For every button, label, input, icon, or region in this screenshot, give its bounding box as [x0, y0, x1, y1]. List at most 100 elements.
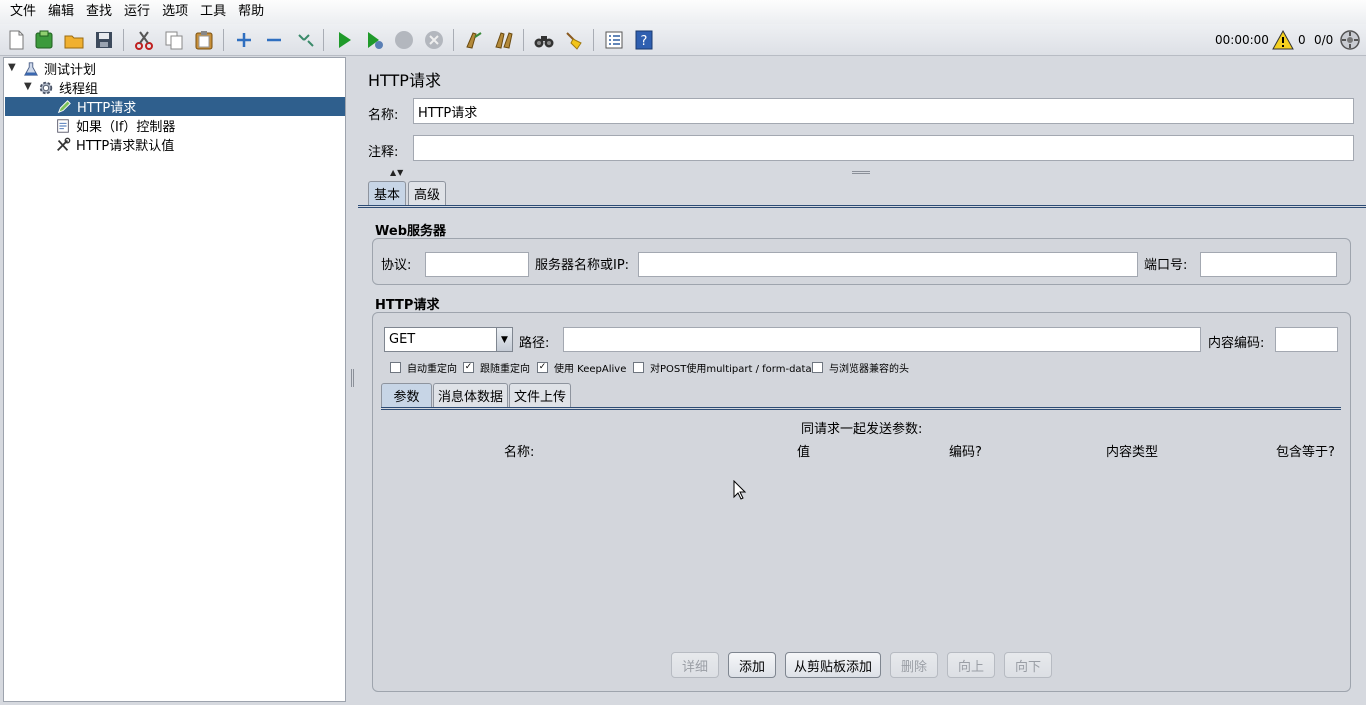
checkbox-label: 跟随重定向 [480, 364, 530, 375]
expand-icon[interactable] [231, 27, 257, 53]
collapse-icon[interactable] [261, 27, 287, 53]
menu-options[interactable]: 选项 [156, 0, 194, 24]
reset-search-icon[interactable] [561, 27, 587, 53]
start-no-pause-icon[interactable] [361, 27, 387, 53]
port-label: 端口号: [1144, 258, 1188, 273]
server-field[interactable] [638, 252, 1138, 277]
horizontal-split-handle[interactable] [852, 171, 870, 174]
paste-icon[interactable] [191, 27, 217, 53]
detail-button[interactable]: 详细 [671, 652, 719, 678]
http-request-group: GET ▼ 路径: 内容编码: 自动重定向 ✓ 跟随重定向 ✓ 使用 KeepA… [372, 312, 1351, 692]
collapse-triangle-icon[interactable]: ▼ [8, 62, 16, 73]
warning-icon[interactable] [1270, 27, 1296, 53]
tree-item-label: 如果（If）控制器 [76, 120, 176, 135]
path-label: 路径: [519, 336, 550, 351]
checkbox-box[interactable] [633, 362, 644, 373]
protocol-label: 协议: [381, 258, 412, 273]
subtab-divider [381, 407, 1341, 410]
tree-item-http-defaults[interactable]: HTTP请求默认值 [54, 135, 254, 154]
column-value[interactable]: 值 [797, 441, 810, 460]
multipart-checkbox[interactable]: 对POST使用multipart / form-data [633, 360, 812, 375]
menu-run[interactable]: 运行 [118, 0, 156, 24]
menu-file[interactable]: 文件 [4, 0, 42, 24]
stop-icon[interactable] [391, 27, 417, 53]
tree-item-thread-group[interactable]: 线程组 [37, 78, 237, 97]
shutdown-icon[interactable] [421, 27, 447, 53]
comment-field[interactable] [413, 135, 1354, 161]
tree-item-test-plan[interactable]: 测试计划 [22, 59, 222, 78]
gear-icon [37, 79, 55, 97]
method-value: GET [389, 332, 416, 347]
move-up-button[interactable]: 向上 [947, 652, 995, 678]
tab-advanced[interactable]: 高级 [408, 181, 446, 205]
add-button[interactable]: 添加 [728, 652, 776, 678]
clear-icon[interactable] [461, 27, 487, 53]
comment-label: 注释: [368, 145, 399, 160]
checkbox-box[interactable]: ✓ [537, 362, 548, 373]
port-field[interactable] [1200, 252, 1337, 277]
start-icon[interactable] [331, 27, 357, 53]
tab-file-upload[interactable]: 文件上传 [509, 383, 571, 407]
search-icon[interactable] [531, 27, 557, 53]
params-caption: 同请求一起发送参数: [801, 422, 923, 437]
warning-count: 0 [1298, 33, 1306, 47]
menu-search[interactable]: 查找 [80, 0, 118, 24]
toolbar: ? 00:00:00 0 0/0 [0, 24, 1366, 56]
clear-all-icon[interactable] [491, 27, 517, 53]
new-icon[interactable] [3, 27, 29, 53]
tab-body-data[interactable]: 消息体数据 [433, 383, 508, 407]
tab-basic[interactable]: 基本 [368, 181, 406, 205]
auto-redirect-checkbox[interactable]: 自动重定向 [390, 360, 457, 375]
menu-tools[interactable]: 工具 [194, 0, 232, 24]
status-indicator-icon [1337, 27, 1363, 53]
cut-icon[interactable] [131, 27, 157, 53]
open-icon[interactable] [61, 27, 87, 53]
tree-item-if-controller[interactable]: 如果（If）控制器 [54, 116, 254, 135]
encoding-label: 内容编码: [1208, 336, 1265, 351]
browser-headers-checkbox[interactable]: 与浏览器兼容的头 [812, 360, 909, 375]
tree-item-http-request[interactable]: HTTP请求 [5, 97, 345, 116]
column-include-equals[interactable]: 包含等于? [1276, 441, 1335, 460]
column-name[interactable]: 名称: [504, 441, 534, 460]
tab-divider [358, 205, 1366, 208]
web-server-group: 协议: 服务器名称或IP: 端口号: [372, 238, 1351, 285]
name-field[interactable]: HTTP请求 [413, 98, 1354, 124]
tree-item-label: HTTP请求 [77, 101, 137, 116]
menu-help[interactable]: 帮助 [232, 0, 270, 24]
protocol-field[interactable] [425, 252, 529, 277]
column-encode[interactable]: 编码? [949, 441, 982, 460]
help-icon[interactable]: ? [631, 27, 657, 53]
toggle-icon[interactable] [293, 27, 319, 53]
tree-item-label: 线程组 [59, 82, 99, 97]
templates-icon[interactable] [31, 27, 57, 53]
path-field[interactable] [563, 327, 1201, 352]
chevron-down-icon[interactable]: ▼ [496, 328, 512, 351]
active-threads: 0/0 [1314, 33, 1334, 47]
checkbox-label: 使用 KeepAlive [554, 364, 627, 375]
pencil-icon [55, 98, 73, 116]
add-from-clipboard-button[interactable]: 从剪贴板添加 [785, 652, 881, 678]
delete-button[interactable]: 删除 [890, 652, 938, 678]
collapse-triangle-icon[interactable]: ▼ [24, 81, 32, 92]
wrench-icon [54, 136, 72, 154]
checkbox-box[interactable]: ✓ [463, 362, 474, 373]
checkbox-box[interactable] [812, 362, 823, 373]
save-icon[interactable] [91, 27, 117, 53]
encoding-field[interactable] [1275, 327, 1338, 352]
web-server-title: Web服务器 [375, 224, 446, 239]
if-controller-icon [54, 117, 72, 135]
menu-bar: 文件 编辑 查找 运行 选项 工具 帮助 [0, 0, 1366, 24]
keepalive-checkbox[interactable]: ✓ 使用 KeepAlive [537, 360, 626, 375]
collapse-arrows-icon[interactable]: ▲▼ [390, 168, 404, 177]
checkbox-box[interactable] [390, 362, 401, 373]
follow-redirect-checkbox[interactable]: ✓ 跟随重定向 [463, 360, 530, 375]
checkbox-label: 对POST使用multipart / form-data [650, 364, 812, 375]
menu-edit[interactable]: 编辑 [42, 0, 80, 24]
function-helper-icon[interactable] [601, 27, 627, 53]
method-select[interactable]: GET ▼ [384, 327, 513, 352]
column-content-type[interactable]: 内容类型 [1106, 441, 1158, 460]
split-pane-divider[interactable] [348, 57, 357, 705]
move-down-button[interactable]: 向下 [1004, 652, 1052, 678]
tab-parameters[interactable]: 参数 [381, 383, 432, 407]
copy-icon[interactable] [161, 27, 187, 53]
